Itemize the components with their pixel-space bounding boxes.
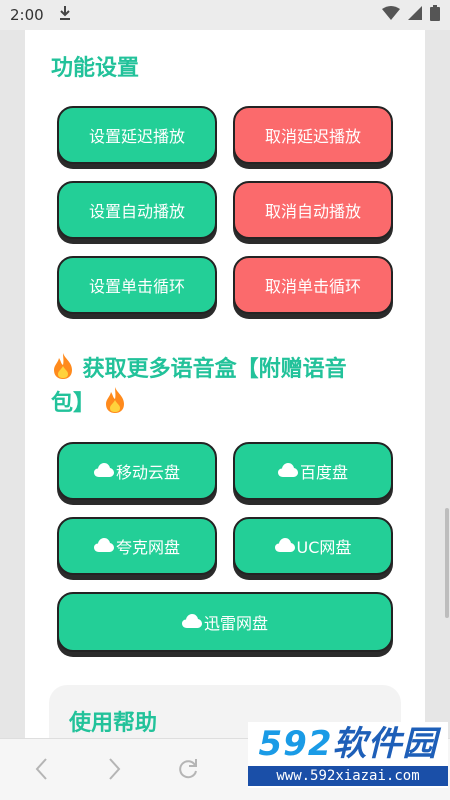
cloud-icon [274, 537, 295, 556]
quark-pan-label: 夸克网盘 [115, 538, 180, 557]
cloud-icon [277, 462, 298, 481]
mobile-cloud-label: 移动云盘 [115, 463, 180, 482]
wifi-icon [382, 6, 400, 24]
more-title: 获取更多语音盒【附赠语音 包】 [51, 352, 411, 420]
set-click-loop-button[interactable]: 设置单击循环 [57, 256, 217, 314]
help-title: 使用帮助 [69, 711, 158, 736]
uc-pan-label: UC网盘 [296, 538, 352, 557]
baidu-pan-label: 百度盘 [299, 463, 348, 482]
cloud-icon [181, 613, 202, 632]
xunlei-pan-button[interactable]: 迅雷网盘 [57, 592, 393, 652]
cloud-icon [93, 537, 114, 556]
set-delay-play-button[interactable]: 设置延迟播放 [57, 106, 217, 164]
cancel-auto-play-button[interactable]: 取消自动播放 [233, 181, 393, 239]
cancel-click-loop-button[interactable]: 取消单击循环 [233, 256, 393, 314]
main-content: 功能设置 设置延迟播放 取消延迟播放 设置自动播放 取消自动播放 设置单击循环 … [25, 30, 425, 738]
status-time: 2:00 [10, 6, 44, 24]
cloud-icon [93, 462, 114, 481]
xunlei-pan-label: 迅雷网盘 [203, 614, 268, 633]
more-title-line2: 包】 [51, 391, 96, 416]
watermark-url: www.592xiazai.com [248, 766, 448, 786]
cancel-delay-play-button[interactable]: 取消延迟播放 [233, 106, 393, 164]
more-title-line1: 获取更多语音盒【附赠语音 [82, 357, 347, 382]
back-icon[interactable] [32, 757, 52, 785]
watermark-brand: 592软件园 [258, 724, 438, 764]
battery-icon [430, 5, 440, 25]
forward-icon[interactable] [104, 757, 124, 785]
baidu-pan-button[interactable]: 百度盘 [233, 442, 393, 500]
refresh-icon[interactable] [176, 757, 200, 785]
watermark-logo: 592软件园 www.592xiazai.com [248, 722, 448, 788]
set-auto-play-button[interactable]: 设置自动播放 [57, 181, 217, 239]
quark-pan-button[interactable]: 夸克网盘 [57, 517, 217, 575]
fire-icon [103, 387, 127, 416]
download-icon [58, 5, 72, 25]
status-bar: 2:00 [0, 0, 450, 30]
mobile-cloud-button[interactable]: 移动云盘 [57, 442, 217, 500]
features-title: 功能设置 [51, 56, 140, 81]
signal-icon [408, 6, 422, 24]
scrollbar-thumb[interactable] [445, 508, 449, 618]
fire-icon [51, 353, 83, 382]
uc-pan-button[interactable]: UC网盘 [233, 517, 393, 575]
